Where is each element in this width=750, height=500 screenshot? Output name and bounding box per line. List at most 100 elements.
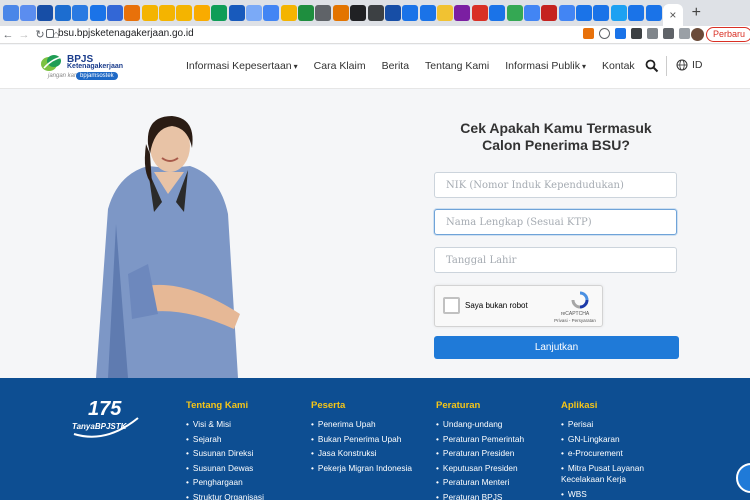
browser-tab-favicon-icon[interactable] <box>315 5 332 21</box>
footer-link[interactable]: Struktur Organisasi <box>186 490 264 500</box>
translate-icon[interactable] <box>615 28 626 39</box>
browser-tab-favicon-icon[interactable] <box>2 5 19 21</box>
footer-link[interactable]: WBS <box>561 487 671 500</box>
browser-tab-favicon-icon[interactable] <box>419 5 436 21</box>
footer-link[interactable]: Susunan Direksi <box>186 446 264 461</box>
browser-tab-favicon-icon[interactable] <box>628 5 645 21</box>
footer-link[interactable]: Peraturan Presiden <box>436 446 524 461</box>
browser-tab-favicon-icon[interactable] <box>645 5 662 21</box>
footer-link[interactable]: Jasa Konstruksi <box>311 446 412 461</box>
footer-link[interactable]: Visi & Misi <box>186 417 264 432</box>
recaptcha-links[interactable]: Privasi - Persyaratan <box>551 318 599 323</box>
browser-tab-favicon-icon[interactable] <box>72 5 89 21</box>
browser-tab-favicon-icon[interactable] <box>228 5 245 21</box>
browser-tab-favicon-icon[interactable] <box>576 5 593 21</box>
recaptcha-widget: Saya bukan robot reCAPTCHA Privasi - Per… <box>434 285 603 327</box>
browser-tab-favicon-icon[interactable] <box>384 5 401 21</box>
browser-tab-favicon-icon[interactable] <box>489 5 506 21</box>
browser-tabstrip: × + <box>0 0 750 26</box>
browser-tab-favicon-icon[interactable] <box>54 5 71 21</box>
browser-tab-favicon-icon[interactable] <box>558 5 575 21</box>
form-title-line1: Cek Apakah Kamu Termasuk <box>460 120 652 136</box>
browser-tab-favicon-icon[interactable] <box>245 5 262 21</box>
search-icon[interactable] <box>645 59 659 73</box>
puzzle-icon[interactable] <box>663 28 674 39</box>
bookmark-star-icon[interactable] <box>599 28 610 39</box>
footer-link[interactable]: Keputusan Presiden <box>436 461 524 476</box>
footer-link[interactable]: Penerima Upah <box>311 417 412 432</box>
camera-extension-icon[interactable] <box>583 28 594 39</box>
browser-tab-favicon-icon[interactable] <box>211 5 228 21</box>
footer-link[interactable]: e-Procurement <box>561 446 671 461</box>
recaptcha-checkbox[interactable] <box>443 297 460 314</box>
footer-col-tentang-kami: Tentang Kami Visi & Misi Sejarah Susunan… <box>186 400 264 500</box>
browser-tab-favicon-icon[interactable] <box>454 5 471 21</box>
footer-link[interactable]: Bukan Penerima Upah <box>311 432 412 447</box>
nav-informasi-kepesertaan[interactable]: Informasi Kepesertaan ▾ <box>186 60 298 72</box>
list-icon[interactable] <box>679 28 690 39</box>
browser-tab-favicon-icon[interactable] <box>506 5 523 21</box>
footer-link[interactable]: Undang-undang <box>436 417 524 432</box>
browser-tab-favicon-icon[interactable] <box>541 5 558 21</box>
nik-input[interactable] <box>434 172 677 198</box>
submit-button[interactable]: Lanjutkan <box>434 336 679 359</box>
nav-kontak[interactable]: Kontak <box>602 60 635 72</box>
tanya-bpjstk-logo[interactable]: 175 TanyaBPJSTK <box>70 398 142 440</box>
browser-tab-favicon-icon[interactable] <box>471 5 488 21</box>
browser-tab-favicon-icon[interactable] <box>159 5 176 21</box>
footer-link[interactable]: GN-Lingkaran <box>561 432 671 447</box>
browser-tab-favicon-icon[interactable] <box>350 5 367 21</box>
footer-link[interactable]: Susunan Dewas <box>186 461 264 476</box>
browser-tab-favicon-icon[interactable] <box>106 5 123 21</box>
extension-icon[interactable] <box>631 28 642 39</box>
avatar[interactable] <box>691 28 704 41</box>
footer-heading: Peraturan <box>436 400 481 411</box>
active-tab-close-icon[interactable]: × <box>662 4 683 26</box>
footer-link[interactable]: Mitra Pusat Layanan Kecelakaan Kerja <box>561 463 671 485</box>
browser-tab-favicon-icon[interactable] <box>89 5 106 21</box>
footer-link[interactable]: Penghargaan <box>186 475 264 490</box>
footer-link[interactable]: Peraturan Menteri <box>436 475 524 490</box>
back-icon[interactable]: ← <box>0 29 16 41</box>
browser-tab-favicon-icon[interactable] <box>263 5 280 21</box>
browser-tab-favicon-icon[interactable] <box>437 5 454 21</box>
nav-tentang-kami[interactable]: Tentang Kami <box>425 60 489 72</box>
footer-heading: Aplikasi <box>561 400 598 411</box>
birthdate-input[interactable] <box>434 247 677 273</box>
browser-tab-favicon-icon[interactable] <box>610 5 627 21</box>
language-switcher[interactable]: ID <box>676 59 703 71</box>
footer-link[interactable]: Peraturan Pemerintah <box>436 432 524 447</box>
new-tab-button[interactable]: + <box>692 4 701 22</box>
footer-link[interactable]: Sejarah <box>186 432 264 447</box>
chevron-down-icon: ▾ <box>293 62 298 71</box>
nav-informasi-publik[interactable]: Informasi Publik ▾ <box>505 60 586 72</box>
browser-tab-favicon-icon[interactable] <box>332 5 349 21</box>
browser-tab-favicon-icon[interactable] <box>523 5 540 21</box>
browser-tab-favicon-icon[interactable] <box>37 5 54 21</box>
nav-berita[interactable]: Berita <box>382 60 409 72</box>
lock-icon[interactable] <box>46 29 54 38</box>
site-footer: 175 TanyaBPJSTK Tentang Kami Visi & Misi… <box>0 378 750 500</box>
browser-tab-favicon-icon[interactable] <box>298 5 315 21</box>
update-browser-button[interactable]: Perbaru <box>705 27 750 42</box>
browser-tab-favicon-icon[interactable] <box>367 5 384 21</box>
url-field[interactable]: bsu.bpjsketenagakerjaan.go.id <box>58 28 194 39</box>
nav-cara-klaim[interactable]: Cara Klaim <box>314 60 366 72</box>
form-title-line2: Calon Penerima BSU? <box>482 137 630 153</box>
footer-link[interactable]: Perisai <box>561 417 671 432</box>
footer-link[interactable]: Pekerja Migran Indonesia <box>311 461 412 476</box>
browser-tab-favicon-icon[interactable] <box>402 5 419 21</box>
browser-tab-favicon-icon[interactable] <box>141 5 158 21</box>
browser-tab-favicon-icon[interactable] <box>593 5 610 21</box>
browser-tab-favicon-icon[interactable] <box>176 5 193 21</box>
shield-icon[interactable] <box>647 28 658 39</box>
browser-tab-favicon-icon[interactable] <box>20 5 37 21</box>
browser-tab-favicon-icon[interactable] <box>193 5 210 21</box>
browser-tab-favicon-icon[interactable] <box>124 5 141 21</box>
footer-link[interactable]: Peraturan BPJS <box>436 490 524 500</box>
browser-tab-favicon-icon[interactable] <box>280 5 297 21</box>
logo-pill: bpjamsostek <box>76 72 118 80</box>
bpjs-logo[interactable]: BPJS Ketenagakerjaan jangan kami bpjamso… <box>40 53 135 83</box>
forward-icon[interactable]: → <box>16 29 32 41</box>
name-input[interactable] <box>434 209 677 235</box>
